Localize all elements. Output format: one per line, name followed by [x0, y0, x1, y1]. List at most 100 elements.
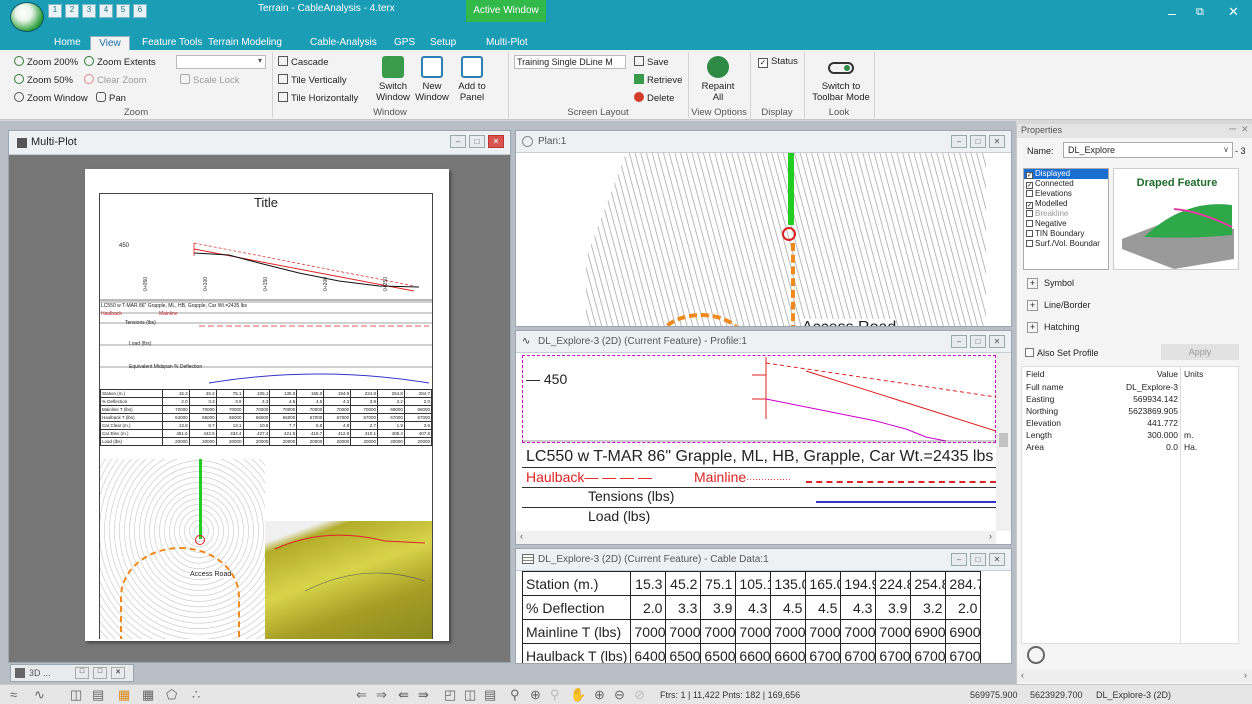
zoom-window-button[interactable]: Zoom Window	[14, 92, 88, 104]
tile-horizontally-button[interactable]: Tile Horizontally	[278, 92, 358, 104]
flag-item[interactable]: Negative	[1024, 219, 1108, 229]
qat-icon-5[interactable]: 5	[116, 4, 130, 18]
polygon-icon[interactable]: ⬠	[166, 688, 177, 702]
zoom-extents-button[interactable]: Zoom Extents	[84, 56, 156, 68]
profile-window[interactable]: ∿ DL_Explore-3 (2D) (Current Feature) - …	[515, 330, 1012, 545]
minimize-button[interactable]: –	[951, 135, 967, 148]
left-arrow-icon[interactable]: ⇐	[356, 688, 367, 702]
also-set-profile-checkbox[interactable]: Also Set Profile	[1025, 348, 1099, 358]
cascade-button[interactable]: Cascade	[278, 56, 329, 68]
zoom-50-button[interactable]: Zoom 50%	[14, 74, 73, 86]
apply-button[interactable]: Apply	[1161, 344, 1239, 360]
cable-data-window[interactable]: DL_Explore-3 (2D) (Current Feature) - Ca…	[515, 548, 1012, 664]
close-button[interactable]: ✕	[488, 135, 504, 148]
repaint-all-button[interactable]: Repaint All	[694, 81, 742, 103]
points-icon[interactable]: ∴	[192, 688, 200, 702]
zoom-in-icon[interactable]: ⊕	[594, 688, 605, 702]
pan-hand-icon[interactable]: ✋	[570, 688, 586, 702]
profile-line-icon[interactable]: ∿	[34, 688, 45, 702]
qat-icon-4[interactable]: 4	[99, 4, 113, 18]
qat-icon-3[interactable]: 3	[82, 4, 96, 18]
scale-dropdown[interactable]: ▾	[176, 55, 266, 69]
flag-item[interactable]: Elevations	[1024, 189, 1108, 199]
flag-item[interactable]: TIN Boundary	[1024, 229, 1108, 239]
new-window-button[interactable]: New Window	[412, 81, 452, 103]
plan-window[interactable]: Plan:1 –□✕ Access Road	[515, 130, 1012, 327]
lock-icon[interactable]: ⚲	[550, 688, 560, 702]
flag-item[interactable]: ✓ Connected	[1024, 179, 1108, 189]
maximize-button[interactable]: □	[93, 667, 107, 679]
multi-plot-window[interactable]: Multi-Plot – □ ✕ Title 450 0+050 0+100 0+1…	[8, 130, 511, 663]
tab-setup[interactable]: Setup	[430, 36, 456, 50]
close-icon[interactable]: ✕	[1241, 124, 1249, 135]
tile-vertically-button[interactable]: Tile Vertically	[278, 74, 347, 86]
close-button[interactable]: ✕	[1228, 4, 1239, 20]
layout-delete-button[interactable]: Delete	[634, 92, 674, 104]
right-step-icon[interactable]: ⇛	[418, 688, 429, 702]
scale-lock-button[interactable]: Scale Lock	[180, 74, 239, 86]
switch-window-button[interactable]: Switch Window	[368, 81, 418, 103]
minimize-button[interactable]: –	[951, 335, 967, 348]
settings-gear-icon[interactable]	[1027, 646, 1045, 664]
table-icon[interactable]: ▦	[142, 688, 154, 702]
app-logo-icon[interactable]	[10, 2, 44, 32]
layout-retrieve-button[interactable]: Retrieve	[634, 74, 682, 86]
qat-icon-1[interactable]: 1	[48, 4, 62, 18]
maximize-button[interactable]: □	[970, 135, 986, 148]
highlighted-feature-icon[interactable]: ▦	[118, 688, 130, 702]
tab-terrain-modeling[interactable]: Terrain Modeling	[208, 36, 282, 50]
maximize-button[interactable]: □	[970, 553, 986, 566]
minimized-3d-window[interactable]: 3D ... □ □ ✕	[10, 664, 134, 682]
close-button[interactable]: ✕	[989, 335, 1005, 348]
status-checkbox[interactable]: ✓ Status	[758, 56, 798, 68]
vertical-scrollbar[interactable]	[996, 353, 1011, 531]
close-button[interactable]: ✕	[989, 135, 1005, 148]
flag-item[interactable]: Breakline	[1024, 209, 1108, 219]
left-step-icon[interactable]: ⇚	[398, 688, 409, 702]
layout-save-button[interactable]: Save	[634, 56, 669, 68]
right-arrow-icon[interactable]: ⇒	[376, 688, 387, 702]
qat-icon-2[interactable]: 2	[65, 4, 79, 18]
chart-icon[interactable]: ▤	[92, 688, 104, 702]
flag-item[interactable]: ✓ Modelled	[1024, 199, 1108, 209]
pan-button[interactable]: Pan	[96, 92, 126, 104]
zoom-extents-icon[interactable]: ⊕	[530, 688, 541, 702]
cascade-icon[interactable]: ◰	[444, 688, 456, 702]
tab-multi-plot[interactable]: Multi-Plot	[486, 36, 528, 50]
section-line-border[interactable]: + Line/Border	[1027, 300, 1091, 311]
minimize-button[interactable]: –	[450, 135, 466, 148]
clear-zoom-button[interactable]: Clear Zoom	[84, 74, 147, 86]
section-symbol[interactable]: + Symbol	[1027, 278, 1074, 289]
zoom-200-button[interactable]: Zoom 200%	[14, 56, 78, 68]
tile-horizontal-icon[interactable]: ▤	[484, 688, 496, 702]
close-button[interactable]: ✕	[111, 667, 125, 679]
zoom-icon[interactable]: ⚲	[510, 688, 520, 702]
horizontal-scrollbar[interactable]: ‹ ›	[516, 531, 996, 544]
clear-zoom-icon[interactable]: ⊘	[634, 688, 645, 702]
minimize-button[interactable]: –	[1168, 5, 1176, 21]
layout-select[interactable]: Training Single DLine M	[514, 55, 626, 69]
restore-button[interactable]: □	[75, 667, 89, 679]
qat-icon-6[interactable]: 6	[133, 4, 147, 18]
tab-cable-analysis[interactable]: Cable-Analysis	[310, 36, 377, 50]
tab-home[interactable]: Home	[54, 36, 81, 50]
map-icon[interactable]: ◫	[70, 688, 82, 702]
minimize-button[interactable]: –	[951, 553, 967, 566]
panel-scrollbar[interactable]: ‹ ›	[1017, 670, 1252, 682]
tab-view[interactable]: View	[90, 36, 130, 50]
maximize-button[interactable]: □	[970, 335, 986, 348]
section-hatching[interactable]: + Hatching	[1027, 322, 1080, 333]
tile-vertical-icon[interactable]: ◫	[464, 688, 476, 702]
maximize-button[interactable]: □	[469, 135, 485, 148]
wave-icon[interactable]: ≈	[10, 688, 17, 702]
restore-button[interactable]: ⧉	[1196, 6, 1204, 19]
close-button[interactable]: ✕	[989, 553, 1005, 566]
tab-feature-tools[interactable]: Feature Tools	[142, 36, 202, 50]
zoom-out-icon[interactable]: ⊖	[614, 688, 625, 702]
add-to-panel-button[interactable]: Add to Panel	[452, 81, 492, 103]
flag-item[interactable]: ✓ Displayed	[1024, 169, 1108, 179]
flag-item[interactable]: Surf./Vol. Boundar	[1024, 239, 1108, 249]
pin-icon[interactable]: ⎓	[1229, 124, 1236, 135]
tab-gps[interactable]: GPS	[394, 36, 415, 50]
switch-toolbar-mode-button[interactable]: Switch to Toolbar Mode	[806, 81, 876, 103]
